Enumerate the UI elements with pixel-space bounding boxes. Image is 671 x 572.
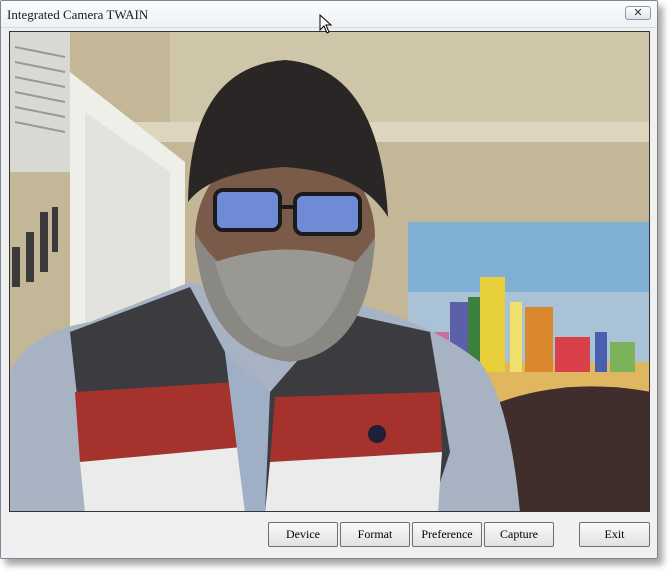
close-button[interactable]: ✕ (625, 6, 651, 20)
format-button[interactable]: Format (340, 522, 410, 547)
close-icon: ✕ (633, 7, 643, 19)
preference-button[interactable]: Preference (412, 522, 482, 547)
window-title: Integrated Camera TWAIN (7, 7, 149, 22)
camera-preview (9, 31, 650, 512)
mouse-pointer-icon (319, 13, 333, 39)
capture-button[interactable]: Capture (484, 522, 554, 547)
device-button[interactable]: Device (268, 522, 338, 547)
camera-image (10, 32, 649, 511)
camera-twain-window: Integrated Camera TWAIN ✕ Device Format … (0, 0, 658, 559)
exit-button[interactable]: Exit (579, 522, 650, 547)
